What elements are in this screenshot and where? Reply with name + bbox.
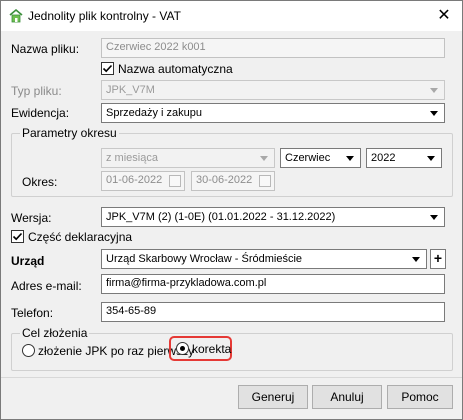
chevron-down-icon bbox=[430, 88, 438, 93]
date-to-value: 30-06-2022 bbox=[196, 174, 253, 186]
file-type-value: JPK_V7M bbox=[106, 84, 155, 96]
declaration-part-label: Część deklaracyjna bbox=[28, 230, 133, 244]
email-label: Adres e-mail: bbox=[11, 279, 82, 293]
generate-button[interactable]: Generuj bbox=[238, 385, 308, 409]
add-office-button[interactable]: + bbox=[430, 249, 446, 269]
period-mode-select[interactable]: z miesiąca bbox=[101, 148, 275, 168]
help-button[interactable]: Pomoc bbox=[387, 385, 453, 409]
checkmark-icon bbox=[12, 232, 23, 241]
cancel-button[interactable]: Anuluj bbox=[312, 385, 382, 409]
version-label: Wersja: bbox=[11, 211, 52, 225]
calendar-icon[interactable] bbox=[259, 175, 271, 187]
month-select[interactable]: Czerwiec bbox=[280, 148, 361, 168]
chevron-down-icon bbox=[430, 215, 438, 220]
phone-input[interactable]: 354-65-89 bbox=[101, 302, 445, 322]
file-name-label: Nazwa pliku: bbox=[11, 42, 80, 56]
email-input[interactable]: firma@firma-przykladowa.com.pl bbox=[101, 274, 445, 294]
chevron-down-icon bbox=[260, 156, 268, 161]
office-select[interactable]: Urząd Skarbowy Wrocław - Śródmieście bbox=[101, 249, 427, 269]
register-label: Ewidencja: bbox=[11, 106, 70, 120]
title-bar: Jednolity plik kontrolny - VAT ✕ bbox=[1, 1, 462, 31]
auto-name-label: Nazwa automatyczna bbox=[118, 62, 233, 76]
window-title: Jednolity plik kontrolny - VAT bbox=[28, 9, 181, 23]
radio-selected-dot bbox=[180, 346, 185, 351]
correction-radio[interactable] bbox=[176, 342, 189, 355]
dialog-content: Nazwa pliku: Czerwiec 2022 k001 Nazwa au… bbox=[1, 31, 462, 419]
year-select[interactable]: 2022 bbox=[366, 148, 442, 168]
chevron-down-icon bbox=[346, 156, 354, 161]
declaration-part-checkbox[interactable] bbox=[11, 230, 24, 243]
register-select[interactable]: Sprzedaży i zakupu bbox=[101, 103, 445, 123]
correction-label: korekta bbox=[192, 342, 232, 356]
version-select[interactable]: JPK_V7M (2) (1-0E) (01.01.2022 - 31.12.2… bbox=[101, 207, 445, 227]
date-from-input[interactable]: 01-06-2022 bbox=[101, 171, 185, 191]
file-name-input[interactable]: Czerwiec 2022 k001 bbox=[101, 38, 445, 58]
period-mode-value: z miesiąca bbox=[106, 152, 158, 164]
purpose-legend: Cel złożenia bbox=[20, 326, 90, 340]
register-value: Sprzedaży i zakupu bbox=[106, 107, 202, 119]
period-label: Okres: bbox=[22, 175, 58, 189]
chevron-down-icon bbox=[430, 111, 438, 116]
close-icon[interactable]: ✕ bbox=[430, 4, 458, 28]
calendar-icon[interactable] bbox=[169, 175, 181, 187]
month-value: Czerwiec bbox=[285, 152, 331, 164]
auto-name-checkbox[interactable] bbox=[101, 62, 114, 75]
date-to-input[interactable]: 30-06-2022 bbox=[191, 171, 275, 191]
dialog-window: Jednolity plik kontrolny - VAT ✕ Nazwa p… bbox=[0, 0, 463, 420]
chevron-down-icon bbox=[427, 156, 435, 161]
file-type-label: Typ pliku: bbox=[11, 84, 62, 98]
version-value: JPK_V7M (2) (1-0E) (01.01.2022 - 31.12.2… bbox=[106, 211, 336, 223]
office-label: Urząd bbox=[11, 254, 45, 268]
file-type-select[interactable]: JPK_V7M bbox=[101, 80, 445, 100]
year-value: 2022 bbox=[371, 152, 396, 164]
first-submission-radio[interactable] bbox=[22, 344, 35, 357]
office-value: Urząd Skarbowy Wrocław - Śródmieście bbox=[106, 253, 303, 265]
app-icon bbox=[9, 9, 23, 23]
checkmark-icon bbox=[102, 64, 113, 73]
phone-label: Telefon: bbox=[11, 306, 54, 320]
chevron-down-icon bbox=[412, 257, 420, 262]
period-params-legend: Parametry okresu bbox=[20, 126, 119, 140]
date-from-value: 01-06-2022 bbox=[106, 174, 163, 186]
